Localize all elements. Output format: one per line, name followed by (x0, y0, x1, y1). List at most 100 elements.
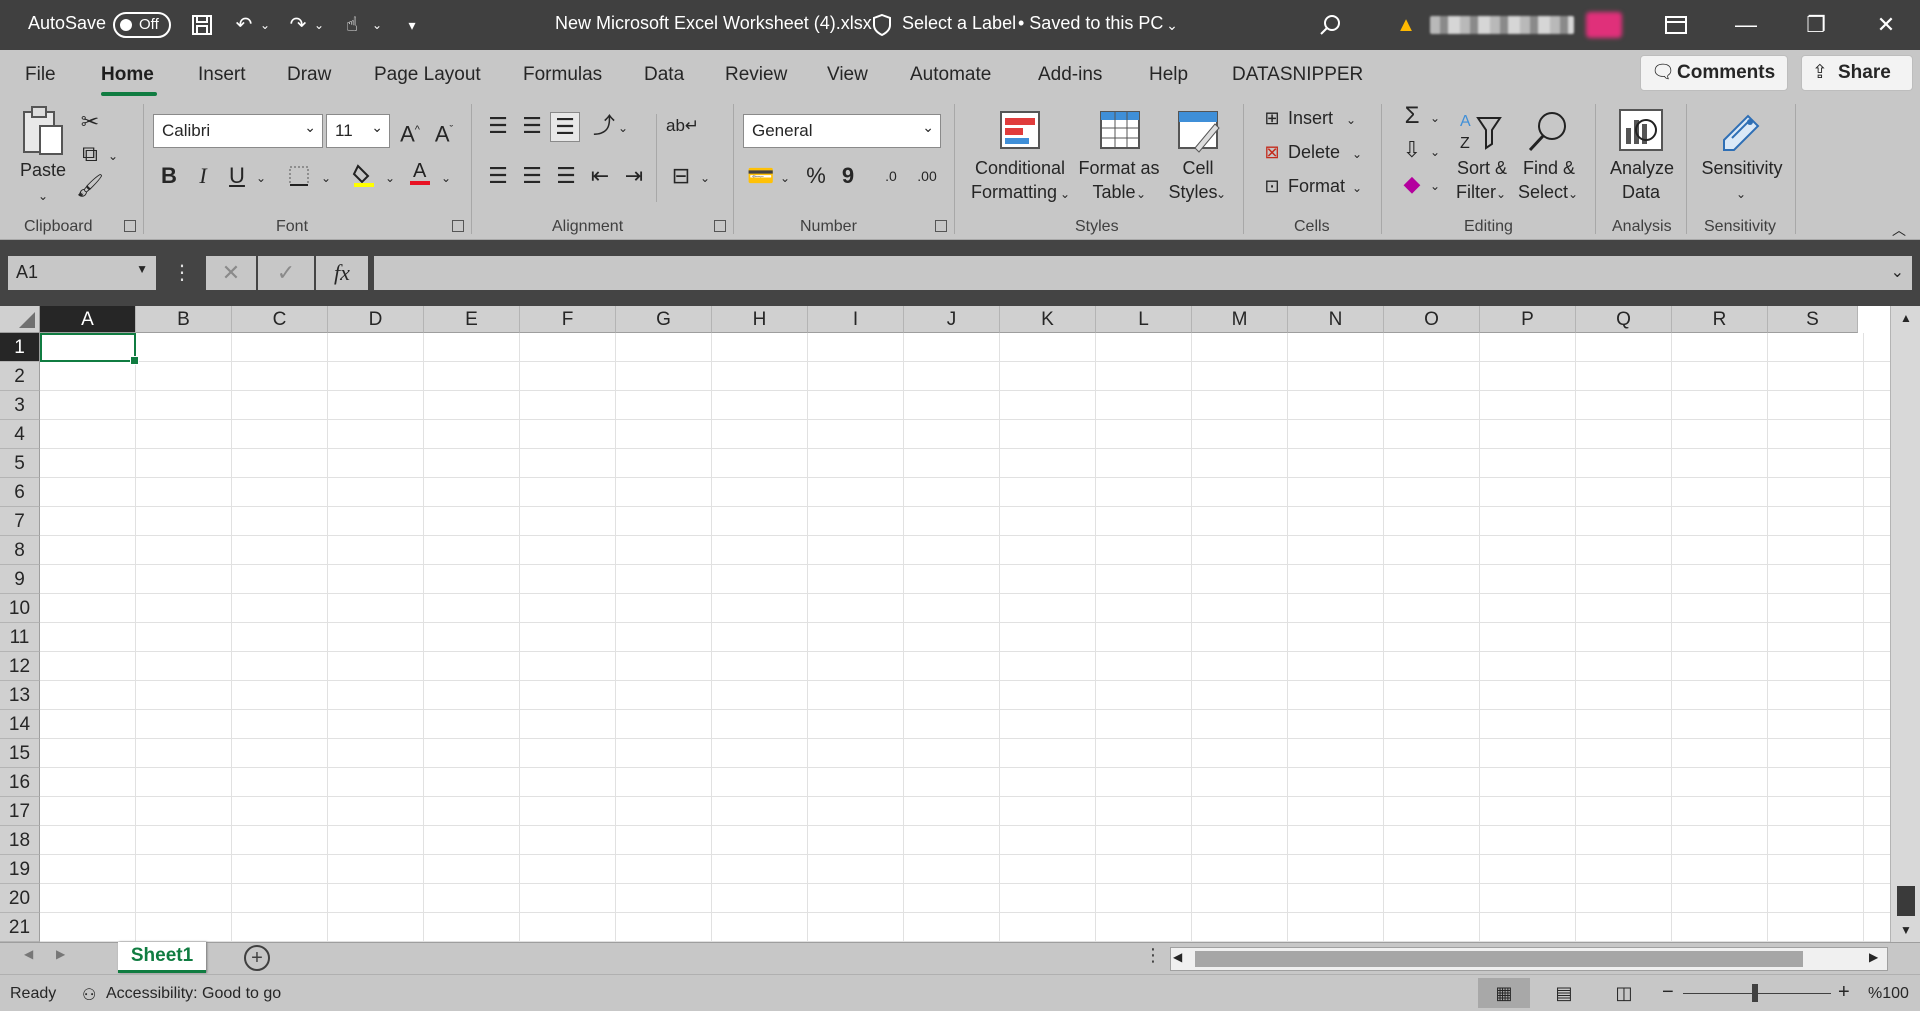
analyze-data-line1[interactable]: Analyze (1610, 156, 1674, 180)
column-header-s[interactable]: S (1768, 306, 1858, 333)
chevron-down-icon[interactable]: ⌄ (1350, 140, 1364, 168)
row-header-4[interactable]: 4 (0, 420, 40, 449)
font-name-combo[interactable]: Calibri ⌄ (153, 114, 323, 148)
chevron-down-icon[interactable]: ⌄ (1494, 180, 1508, 208)
borders-dropdown-icon[interactable]: ⌄ (319, 164, 333, 192)
merge-dropdown-icon[interactable]: ⌄ (698, 164, 712, 192)
conditional-formatting-line2[interactable]: Formatting (962, 180, 1066, 204)
font-color-dropdown-icon[interactable]: ⌄ (439, 164, 453, 192)
row-header-1[interactable]: 1 (0, 333, 40, 362)
top-align-icon[interactable]: ☰ (484, 112, 512, 140)
expand-formula-icon[interactable]: ⌄ (1891, 262, 1904, 282)
orientation-dropdown-icon[interactable]: ⌄ (616, 114, 630, 142)
save-status[interactable]: • Saved to this PC (1018, 13, 1163, 34)
active-cell-a1[interactable] (40, 333, 139, 365)
copy-dropdown-icon[interactable]: ⌄ (106, 142, 120, 170)
copy-icon[interactable]: ⧉ (76, 140, 104, 168)
column-header-e[interactable]: E (424, 306, 520, 333)
zoom-out-icon[interactable]: − (1662, 981, 1674, 1004)
tab-data[interactable]: Data (644, 64, 684, 86)
row-header-9[interactable]: 9 (0, 565, 40, 594)
sort-filter-line1[interactable]: Sort & (1454, 156, 1510, 180)
decrease-font-icon[interactable]: Aˇ (430, 116, 458, 148)
save-icon[interactable] (188, 11, 216, 39)
share-button[interactable]: ⇪ Share (1801, 55, 1913, 91)
name-box[interactable]: A1 ▼ (8, 256, 156, 290)
tab-insert[interactable]: Insert (198, 64, 246, 86)
cell-area[interactable] (40, 333, 1890, 942)
vertical-scrollbar[interactable]: ▲ ▼ (1890, 306, 1920, 942)
find-select-line2[interactable]: Select (1514, 180, 1572, 204)
tab-view[interactable]: View (827, 64, 868, 86)
column-header-k[interactable]: K (1000, 306, 1096, 333)
align-right-icon[interactable]: ☰ (552, 162, 580, 190)
tab-help[interactable]: Help (1149, 64, 1188, 86)
column-header-b[interactable]: B (136, 306, 232, 333)
decrease-indent-icon[interactable]: ⇤ (586, 162, 614, 190)
row-header-13[interactable]: 13 (0, 681, 40, 710)
tab-review[interactable]: Review (725, 64, 787, 86)
insert-function-button[interactable]: fx (316, 256, 368, 290)
redo-icon[interactable]: ↷ (284, 11, 312, 39)
chevron-down-icon[interactable]: ⌄ (1058, 180, 1072, 208)
chevron-down-icon[interactable]: ⌄ (1134, 180, 1148, 208)
accessibility-status[interactable]: Accessibility: Good to go (106, 985, 281, 1003)
fill-color-icon[interactable] (350, 160, 378, 195)
tab-automate[interactable]: Automate (910, 64, 991, 86)
accounting-dropdown-icon[interactable]: ⌄ (778, 164, 792, 192)
row-header-7[interactable]: 7 (0, 507, 40, 536)
title-dropdown-icon[interactable]: ⌄ (1162, 11, 1182, 39)
ribbon-display-icon[interactable] (1642, 0, 1710, 50)
decrease-decimal-button[interactable]: .00 (910, 162, 944, 190)
column-header-p[interactable]: P (1480, 306, 1576, 333)
normal-view-icon[interactable]: ▦ (1478, 978, 1530, 1008)
horizontal-scrollbar[interactable]: ◀ ▶ (1170, 947, 1888, 971)
comma-style-button[interactable]: 9 (836, 162, 860, 190)
accounting-format-icon[interactable]: 💳 (746, 162, 776, 190)
format-cells-button[interactable]: Format (1288, 174, 1345, 198)
account-name[interactable] (1430, 16, 1574, 34)
align-left-icon[interactable]: ☰ (484, 162, 512, 190)
column-header-m[interactable]: M (1192, 306, 1288, 333)
column-header-l[interactable]: L (1096, 306, 1192, 333)
cut-icon[interactable]: ✂ (76, 108, 104, 136)
cancel-icon[interactable]: ✕ (206, 256, 256, 290)
chevron-down-icon[interactable]: ⌄ (1734, 180, 1748, 208)
row-header-11[interactable]: 11 (0, 623, 40, 652)
sensitivity-button[interactable]: Sensitivity (1700, 156, 1784, 180)
sort-filter-line2[interactable]: Filter (1452, 180, 1500, 204)
restore-icon[interactable]: ❐ (1782, 0, 1850, 50)
fill-down-icon[interactable]: ⇩ (1398, 136, 1426, 164)
column-header-d[interactable]: D (328, 306, 424, 333)
scroll-down-icon[interactable]: ▼ (1891, 918, 1920, 942)
font-launcher-icon[interactable] (452, 220, 464, 232)
bottom-align-icon[interactable]: ☰ (550, 112, 580, 142)
chevron-down-icon[interactable]: ⌄ (1428, 172, 1442, 200)
warning-icon[interactable]: ▲ (1392, 11, 1420, 39)
redo-dropdown-icon[interactable]: ⌄ (312, 11, 326, 39)
tab-page-layout[interactable]: Page Layout (374, 64, 481, 86)
column-header-i[interactable]: I (808, 306, 904, 333)
add-sheet-icon[interactable]: + (244, 945, 270, 971)
sensitivity-icon[interactable] (1718, 108, 1764, 154)
format-cells-icon[interactable]: ⊡ (1260, 172, 1284, 200)
undo-dropdown-icon[interactable]: ⌄ (258, 11, 272, 39)
delete-cells-button[interactable]: Delete (1288, 140, 1340, 164)
row-header-16[interactable]: 16 (0, 768, 40, 797)
search-icon[interactable] (1316, 11, 1344, 39)
tab-datasnipper[interactable]: DATASNIPPER (1232, 64, 1363, 86)
scroll-up-icon[interactable]: ▲ (1891, 306, 1920, 330)
next-sheet-icon[interactable]: ▶ (56, 947, 74, 961)
column-header-a[interactable]: A (40, 306, 136, 333)
chevron-down-icon[interactable]: ⌄ (1214, 180, 1228, 208)
clear-icon[interactable]: ◆ (1398, 170, 1426, 198)
scroll-thumb[interactable] (1897, 886, 1915, 916)
prev-sheet-icon[interactable]: ◀ (24, 947, 42, 961)
number-launcher-icon[interactable] (935, 220, 947, 232)
row-header-10[interactable]: 10 (0, 594, 40, 623)
minimize-icon[interactable]: — (1712, 0, 1780, 50)
format-as-table-line1[interactable]: Format as (1072, 156, 1166, 180)
row-header-6[interactable]: 6 (0, 478, 40, 507)
column-header-j[interactable]: J (904, 306, 1000, 333)
column-header-f[interactable]: F (520, 306, 616, 333)
